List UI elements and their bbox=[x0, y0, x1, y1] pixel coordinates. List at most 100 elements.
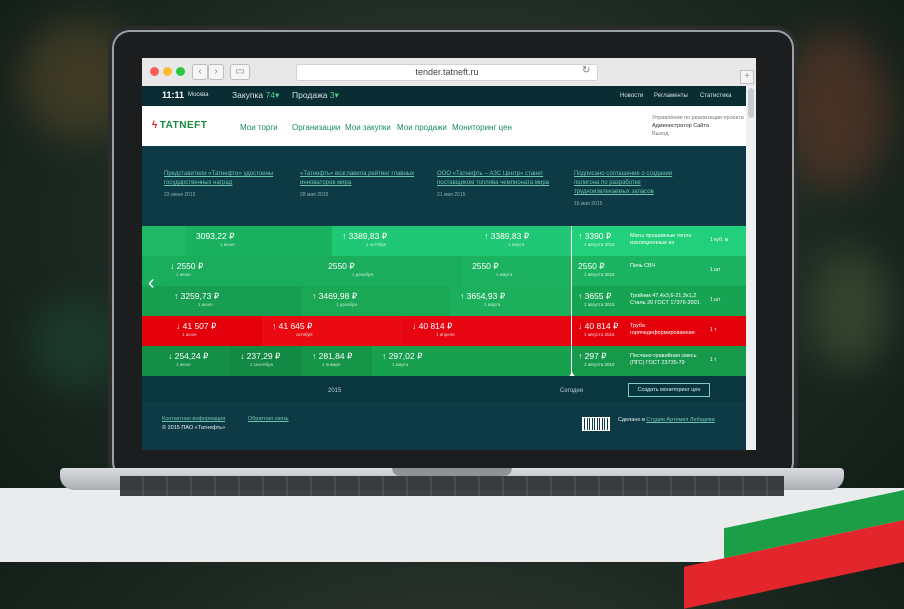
chevron-left-icon[interactable]: ‹ bbox=[148, 272, 155, 295]
trend-icon: ↓ bbox=[412, 321, 417, 331]
price-text: 3654,93 ₽ bbox=[466, 291, 506, 301]
price-cell[interactable]: ↑ 281,84 ₽ 1 января bbox=[302, 346, 372, 376]
sale-label: Продажа bbox=[292, 90, 328, 100]
price-date: 1 сентября bbox=[250, 362, 273, 367]
price-value: ↑ 41 645 ₽ bbox=[272, 321, 312, 332]
scrollbar-thumb[interactable] bbox=[748, 88, 754, 118]
price-cell[interactable]: ↑ 3389,83 ₽ 1 октября bbox=[332, 226, 474, 256]
price-value: ↑ 3469,98 ₽ bbox=[312, 291, 357, 302]
price-cell[interactable]: 2550 ₽ 1 декабря bbox=[318, 256, 462, 286]
price-value: ↑ 3654,93 ₽ bbox=[460, 291, 505, 302]
table-row[interactable]: ↓ 254,24 ₽ 1 июня ↓ 237,29 ₽ 1 сентября … bbox=[142, 346, 746, 376]
news-title[interactable]: «Татнефть» возглавила рейтинг главных ин… bbox=[300, 170, 418, 188]
product-name[interactable]: Маты прошивные тепло изоляционные из bbox=[630, 233, 710, 247]
news-strip: Представители «Татнефти» удостоены госуд… bbox=[142, 146, 746, 226]
made-by: Сделано в Студии Артемия Лебедева bbox=[618, 417, 715, 423]
news-title[interactable]: Подписано соглашение о создании полигона… bbox=[574, 170, 692, 197]
price-text: 40 814 ₽ bbox=[418, 321, 453, 331]
current-price-text: 3390 ₽ bbox=[584, 231, 612, 241]
price-date: октября bbox=[296, 332, 313, 337]
nav-link-regulations[interactable]: Регламенты bbox=[654, 93, 688, 99]
price-cell[interactable]: ↓ 41 507 ₽ 1 июня bbox=[142, 316, 262, 346]
price-date: 1 октября bbox=[366, 242, 387, 247]
price-cell[interactable]: ↓ 237,29 ₽ 1 сентября bbox=[230, 346, 302, 376]
price-text: 3093,22 ₽ bbox=[196, 231, 235, 241]
product-unit: 1 т bbox=[710, 357, 717, 363]
news-item[interactable]: ООО «Татнефть – АЗС Центр» станет постав… bbox=[437, 170, 555, 200]
table-row[interactable]: ↓ 2550 ₽ 1 июня 2550 ₽ 1 декабря 2550 ₽ … bbox=[142, 256, 746, 286]
laptop-keyboard bbox=[120, 476, 784, 496]
price-text: 41 507 ₽ bbox=[182, 321, 217, 331]
minimize-window-button[interactable] bbox=[163, 67, 172, 76]
close-window-button[interactable] bbox=[150, 67, 159, 76]
purchase-menu[interactable]: Закупка 74▾ bbox=[232, 90, 279, 101]
price-cell[interactable]: ↑ 3469,98 ₽ 1 декабря bbox=[302, 286, 450, 316]
tatneft-logo[interactable]: ϟ TATNEFT bbox=[152, 120, 207, 131]
price-cell[interactable]: ↑ 41 645 ₽ октября bbox=[262, 316, 402, 346]
reload-icon[interactable]: ↻ bbox=[582, 65, 590, 76]
nav-link-statistics[interactable]: Статистика bbox=[700, 93, 732, 99]
product-name[interactable]: Тройник 47,4х3,6-21,3х1,2 Сталь 20 ГОСТ … bbox=[630, 293, 710, 307]
price-text: 254,24 ₽ bbox=[174, 351, 209, 361]
product-unit: 1 шт bbox=[710, 267, 721, 273]
today-marker-line bbox=[571, 226, 572, 376]
news-item[interactable]: Представители «Татнефти» удостоены госуд… bbox=[164, 170, 282, 200]
price-cell[interactable]: ↑ 3389,83 ₽ 1 марта bbox=[474, 226, 572, 256]
menu-my-tenders[interactable]: Мои торги bbox=[240, 123, 278, 132]
forward-button[interactable]: › bbox=[208, 64, 224, 80]
user-name[interactable]: Администратор Сайта bbox=[652, 123, 709, 129]
menu-my-purchases[interactable]: Мои закупки bbox=[345, 123, 391, 132]
price-date: 1 декабря bbox=[352, 272, 373, 277]
maximize-window-button[interactable] bbox=[176, 67, 185, 76]
price-value: 3093,22 ₽ bbox=[196, 231, 235, 242]
new-tab-button[interactable]: + bbox=[740, 70, 754, 84]
back-button[interactable]: ‹ bbox=[192, 64, 208, 80]
address-bar[interactable]: tender.tatneft.ru bbox=[296, 64, 598, 81]
current-price: 2550 ₽ bbox=[578, 261, 605, 272]
news-title[interactable]: Представители «Татнефти» удостоены госуд… bbox=[164, 170, 282, 188]
current-price: ↑ 3390 ₽ bbox=[578, 231, 611, 242]
background-blur bbox=[810, 250, 890, 370]
current-price: ↑ 3655 ₽ bbox=[578, 291, 611, 302]
table-row[interactable]: ↑ 3259,73 ₽ 1 июня ↑ 3469,98 ₽ 1 декабря… bbox=[142, 286, 746, 316]
table-row[interactable]: 3093,22 ₽ 1 июня ↑ 3389,83 ₽ 1 октября ↑… bbox=[142, 226, 746, 256]
price-cell[interactable]: 3093,22 ₽ 1 июня bbox=[186, 226, 332, 256]
price-cell[interactable]: ↑ 297,02 ₽ 1 марта bbox=[372, 346, 572, 376]
price-cell[interactable]: ↑ 3259,73 ₽ 1 июня bbox=[164, 286, 302, 316]
price-cell[interactable]: ↓ 2550 ₽ 1 июня bbox=[142, 256, 318, 286]
menu-price-monitoring[interactable]: Мониторинг цен bbox=[452, 123, 512, 132]
feedback-link[interactable]: Обратная связь bbox=[248, 416, 289, 422]
news-item[interactable]: Подписано соглашение о создании полигона… bbox=[574, 170, 692, 209]
price-date: 1 июня bbox=[198, 302, 213, 307]
price-text: 297,02 ₽ bbox=[388, 351, 423, 361]
nav-link-news[interactable]: Новости bbox=[620, 93, 643, 99]
timeline-year: 2015 bbox=[328, 388, 342, 394]
menu-my-sales[interactable]: Мои продажи bbox=[397, 123, 447, 132]
price-cell[interactable]: ↓ 40 814 ₽ 1 апреля bbox=[402, 316, 572, 346]
product-unit: 1 шт bbox=[710, 297, 721, 303]
price-cell[interactable]: ↓ 254,24 ₽ 1 июня bbox=[142, 346, 230, 376]
product-name[interactable]: Печь СВЧ bbox=[630, 263, 710, 270]
price-text: 3389,83 ₽ bbox=[490, 231, 530, 241]
contact-link[interactable]: Контактная информация bbox=[162, 416, 225, 422]
product-name[interactable]: Труба горячедеформированная bbox=[630, 323, 710, 337]
create-monitoring-button[interactable]: Создать мониторинг цен bbox=[628, 383, 710, 397]
user-panel: Управление по реализации проекта Админис… bbox=[652, 114, 744, 138]
news-title[interactable]: ООО «Татнефть – АЗС Центр» станет постав… bbox=[437, 170, 555, 188]
scrollbar[interactable] bbox=[746, 86, 756, 450]
price-cell[interactable]: ↑ 3654,93 ₽ 1 марта bbox=[450, 286, 572, 316]
current-date: 1 августа 2015 bbox=[584, 272, 615, 277]
logout-link[interactable]: Выход bbox=[652, 130, 744, 138]
price-value: ↑ 281,84 ₽ bbox=[312, 351, 352, 362]
studio-link[interactable]: Студии Артемия Лебедева bbox=[646, 417, 714, 423]
news-item[interactable]: «Татнефть» возглавила рейтинг главных ин… bbox=[300, 170, 418, 200]
menu-organizations[interactable]: Организации bbox=[292, 123, 340, 132]
trend-icon: ↓ bbox=[170, 261, 175, 271]
background-blur bbox=[780, 30, 890, 190]
sale-menu[interactable]: Продажа 3▾ bbox=[292, 90, 339, 101]
product-name[interactable]: Песчано-гравийная смесь (ПГС) ГОСТ 23735… bbox=[630, 353, 710, 367]
table-row[interactable]: ↓ 41 507 ₽ 1 июня ↑ 41 645 ₽ октября ↓ 4… bbox=[142, 316, 746, 346]
price-cell[interactable]: 2550 ₽ 1 марта bbox=[462, 256, 572, 286]
sidebar-toggle-button[interactable]: ▭ bbox=[230, 64, 250, 80]
chevron-down-icon: ▾ bbox=[334, 90, 339, 100]
